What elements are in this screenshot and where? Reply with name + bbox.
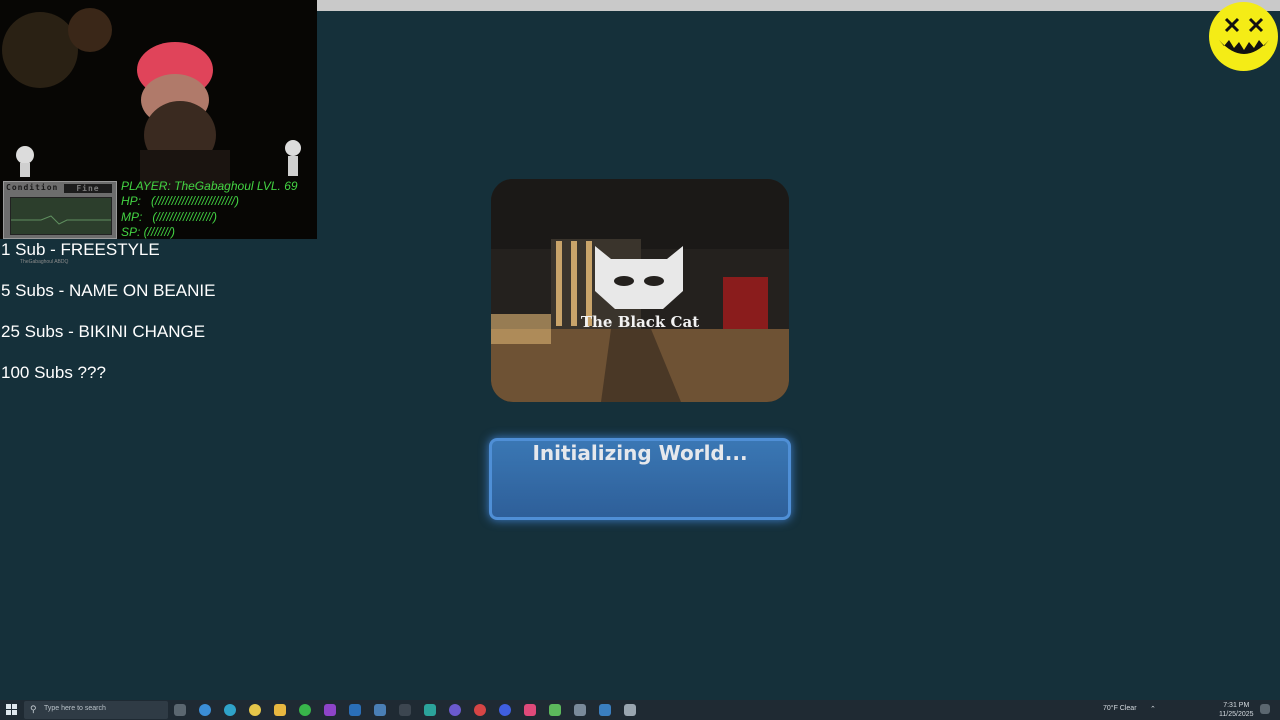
- taskbar-app-icon-active[interactable]: [624, 704, 636, 716]
- sub-goal-item: 5 Subs - NAME ON BEANIE: [1, 281, 216, 300]
- search-placeholder: Type here to search: [44, 705, 106, 712]
- initializing-world-button[interactable]: Initializing World...: [489, 438, 791, 520]
- world-thumbnail-image: [491, 179, 789, 402]
- taskbar-app-icon[interactable]: [474, 704, 486, 716]
- chrome-icon[interactable]: [249, 704, 261, 716]
- sub-goal-item: 100 Subs ???: [1, 363, 106, 382]
- smiley-logo-icon: [1209, 2, 1278, 71]
- window-top-bar: [317, 0, 1280, 11]
- taskbar-app-icon[interactable]: [349, 704, 361, 716]
- initializing-world-label: Initializing World...: [532, 441, 748, 465]
- taskbar-app-icon[interactable]: [424, 704, 436, 716]
- sub-goals-list: 1 Sub - FREESTYLE 5 Subs - NAME ON BEANI…: [1, 240, 215, 404]
- weather-status[interactable]: 70°F Clear: [1103, 705, 1137, 712]
- sub-goal-item: 25 Subs - BIKINI CHANGE: [1, 322, 206, 341]
- sub-goal-item: 1 Sub - FREESTYLE: [1, 240, 160, 259]
- clock-date: 11/25/2025: [1219, 711, 1254, 718]
- taskbar: ⚲ Type here to search 70°F Clear ⌃ 7:31 …: [0, 700, 1280, 720]
- condition-value: Fine: [64, 184, 112, 193]
- mp-line: MP: (/////////////////): [121, 209, 218, 224]
- notification-icon[interactable]: [1260, 704, 1270, 714]
- ecg-screen: [10, 197, 112, 235]
- taskbar-search-box[interactable]: ⚲ Type here to search: [24, 701, 168, 719]
- condition-label: Condition: [6, 183, 59, 192]
- file-explorer-icon[interactable]: [274, 704, 286, 716]
- player-stats: PLAYER: TheGabaghoul LVL. 69 HP: (///////…: [121, 179, 298, 239]
- player-line: PLAYER: TheGabaghoul LVL. 69: [121, 179, 298, 193]
- taskbar-app-icon[interactable]: [549, 704, 561, 716]
- taskbar-app-icon[interactable]: [599, 704, 611, 716]
- taskbar-app-icon[interactable]: [374, 704, 386, 716]
- hp-line: HP: (////////////////////////): [121, 194, 240, 209]
- taskbar-app-icon[interactable]: [449, 704, 461, 716]
- taskbar-app-icon[interactable]: [399, 704, 411, 716]
- search-icon: ⚲: [30, 704, 37, 714]
- taskbar-app-icon[interactable]: [524, 704, 536, 716]
- world-thumbnail-card: The Black Cat: [491, 179, 789, 402]
- clock-time: 7:31 PM: [1223, 702, 1250, 709]
- tray-chevron-icon[interactable]: ⌃: [1150, 705, 1156, 713]
- taskbar-app-icon[interactable]: [299, 704, 311, 716]
- edge-icon[interactable]: [224, 704, 236, 716]
- taskbar-app-icon[interactable]: [499, 704, 511, 716]
- world-title: The Black Cat: [580, 313, 700, 331]
- taskbar-app-icon[interactable]: [324, 704, 336, 716]
- clock[interactable]: 7:31 PM 11/25/2025: [1219, 701, 1254, 719]
- taskbar-app-icon[interactable]: [574, 704, 586, 716]
- sp-line: SP: (///////): [121, 224, 176, 239]
- windows-start-icon[interactable]: [6, 704, 18, 716]
- condition-panel: Condition Fine: [3, 181, 117, 239]
- webcam-overlay: Condition Fine PLAYER: TheGabaghoul LVL.…: [0, 0, 317, 239]
- task-view-icon[interactable]: [174, 704, 186, 716]
- taskbar-app-icon[interactable]: [199, 704, 211, 716]
